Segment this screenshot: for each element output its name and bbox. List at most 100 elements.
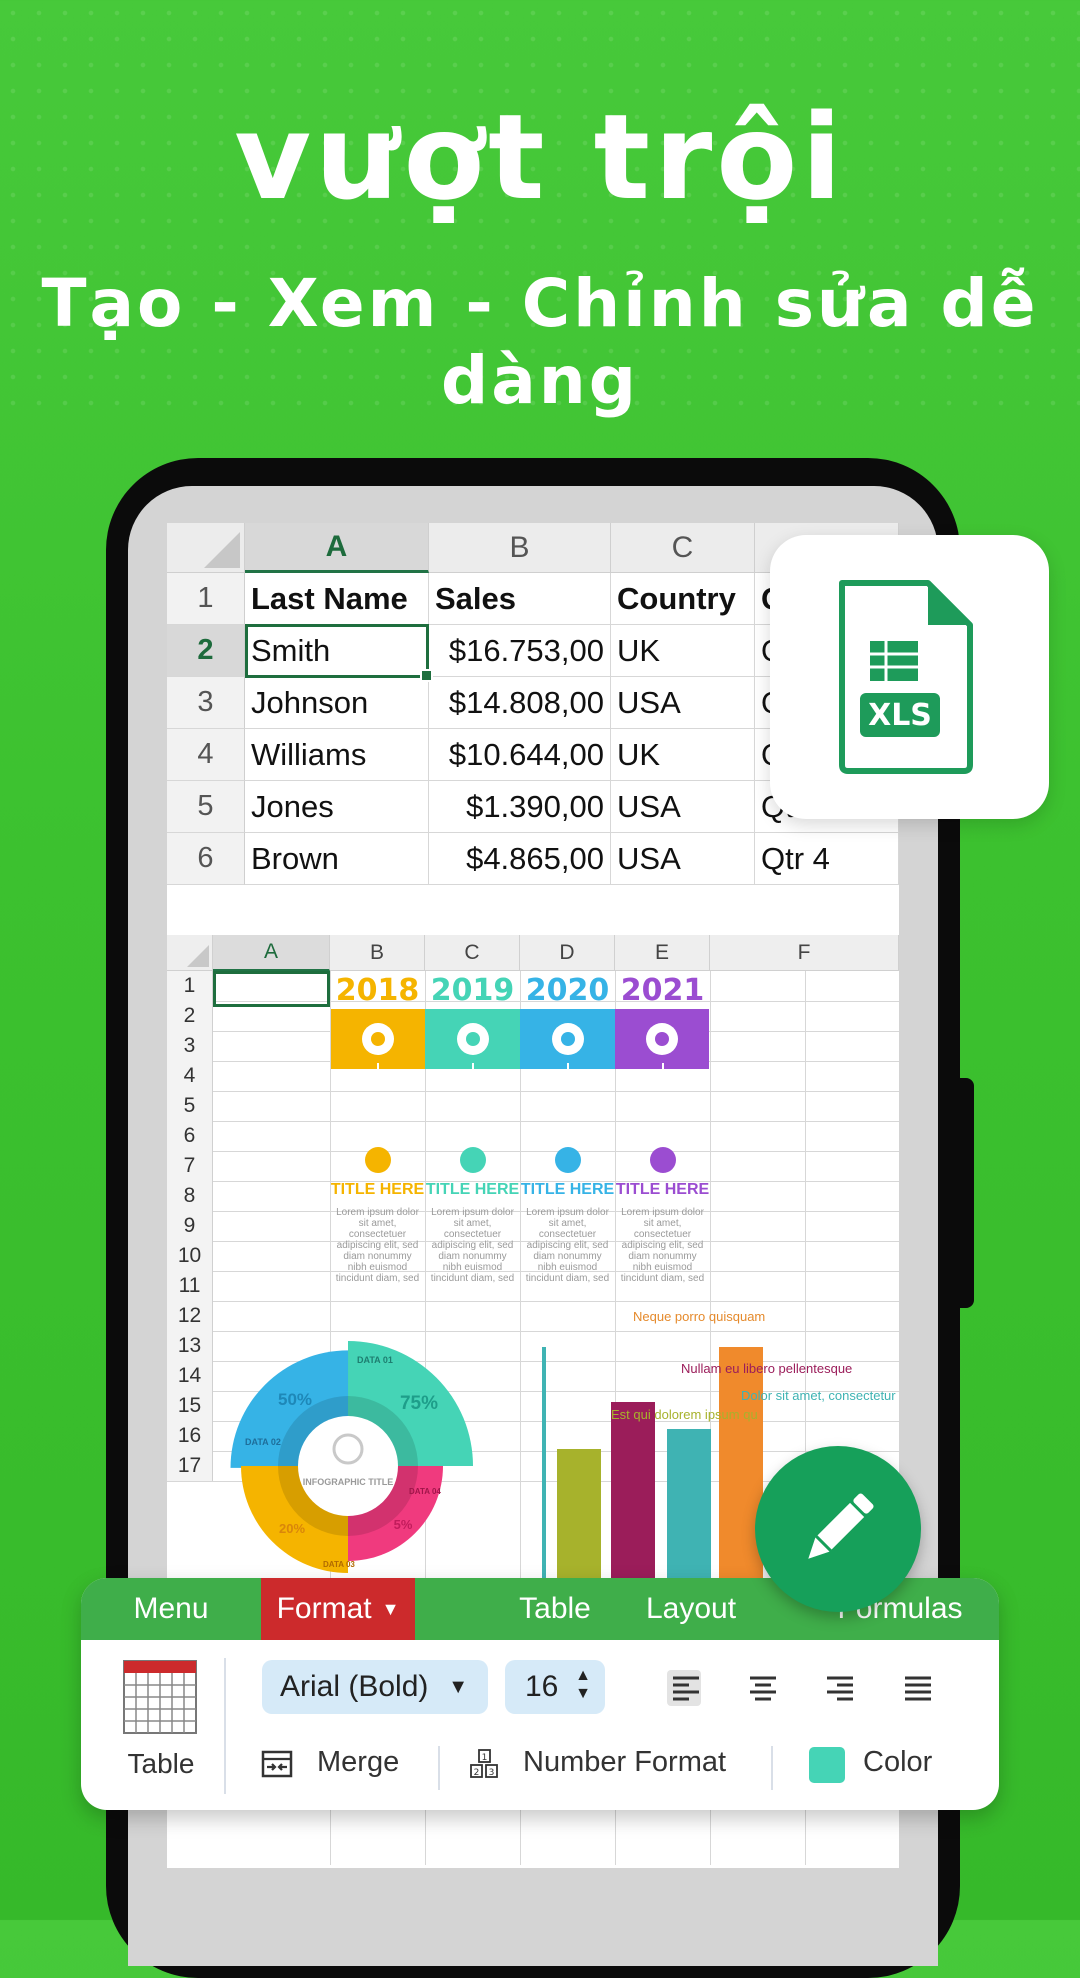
row-header[interactable]: 15 (167, 1391, 213, 1421)
pencil-icon (808, 1493, 874, 1559)
headline-subtitle: Tạo - Xem - Chỉnh sửa dễ dàng (41, 265, 1039, 419)
select-all-corner[interactable] (167, 935, 213, 971)
row-header[interactable]: 12 (167, 1301, 213, 1331)
year-label: 2019 (430, 972, 515, 1008)
row-header[interactable]: 13 (167, 1331, 213, 1361)
cell[interactable]: $4.865,00 (429, 833, 611, 885)
column-header-b[interactable]: B (330, 935, 425, 971)
donut-label: DATA 01 (357, 1355, 393, 1365)
cell[interactable]: USA (611, 677, 755, 729)
row-header[interactable]: 17 (167, 1451, 213, 1481)
insert-table-button[interactable] (123, 1660, 197, 1734)
merge-button[interactable]: Merge (261, 1742, 501, 1786)
timeline-text: Lorem ipsum dolor sit amet, consectetuer… (335, 1207, 420, 1284)
chevron-down-icon: ▼ (448, 1675, 468, 1698)
row-header[interactable]: 6 (167, 1121, 213, 1151)
row-header[interactable]: 5 (167, 1091, 213, 1121)
cell-header-country[interactable]: Country (611, 573, 755, 625)
align-right-icon[interactable] (825, 1674, 855, 1702)
gridline (167, 1121, 899, 1122)
column-header-c[interactable]: C (425, 935, 520, 971)
color-swatch (809, 1747, 845, 1783)
row-header[interactable]: 6 (167, 833, 245, 885)
bar (719, 1347, 763, 1597)
cell[interactable]: UK (611, 729, 755, 781)
active-cell-selection[interactable] (213, 971, 330, 1007)
bar (557, 1449, 601, 1597)
font-family-select[interactable]: Arial (Bold) ▼ (262, 1660, 488, 1714)
timeline-connector (472, 1063, 474, 1147)
cell-header-last-name[interactable]: Last Name (245, 573, 429, 625)
cell[interactable]: Brown (245, 833, 429, 885)
cell[interactable]: UK (611, 625, 755, 677)
align-left-icon[interactable] (671, 1674, 701, 1702)
row-header[interactable]: 10 (167, 1241, 213, 1271)
align-justify-icon[interactable] (903, 1674, 933, 1702)
cell[interactable]: $14.808,00 (429, 677, 611, 729)
cell[interactable]: $10.644,00 (429, 729, 611, 781)
row-header[interactable]: 8 (167, 1181, 213, 1211)
cell[interactable]: USA (611, 781, 755, 833)
column-header-e[interactable]: E (615, 935, 710, 971)
year-label: 2020 (525, 972, 610, 1008)
row-header[interactable]: 1 (167, 573, 245, 625)
column-header-b[interactable]: B (429, 523, 611, 573)
row-header[interactable]: 11 (167, 1271, 213, 1301)
cell[interactable]: USA (611, 833, 755, 885)
bar-label: Dolor sit amet, consectetur (741, 1388, 896, 1403)
timeline-band (615, 1009, 709, 1069)
row-header[interactable]: 2 (167, 625, 245, 677)
cell-header-sales[interactable]: Sales (429, 573, 611, 625)
xls-label: XLS (868, 698, 932, 733)
bar-label: Nullam eu libero pellentesque (681, 1361, 853, 1376)
column-header-d[interactable]: D (520, 935, 615, 971)
select-all-corner[interactable] (167, 523, 245, 573)
row-header[interactable]: 7 (167, 1151, 213, 1181)
active-cell-selection[interactable] (245, 624, 433, 682)
tab-format[interactable]: Format ▼ (261, 1578, 415, 1640)
tab-layout[interactable]: Layout (621, 1578, 761, 1640)
timeline-pin-icon (551, 1023, 584, 1055)
xls-file-badge[interactable]: XLS (770, 535, 1049, 819)
donut-label: DATA 03 (323, 1560, 355, 1569)
row-header[interactable]: 5 (167, 781, 245, 833)
row-header[interactable]: 1 (167, 971, 213, 1001)
column-header-a[interactable]: A (245, 523, 429, 573)
column-header-a[interactable]: A (213, 935, 330, 971)
year-label: 2018 (335, 972, 420, 1008)
timeline-pin-icon (456, 1023, 489, 1055)
merge-cells-icon (261, 1750, 293, 1778)
edit-fab-button[interactable] (755, 1446, 921, 1612)
cell[interactable]: Williams (245, 729, 429, 781)
timeline-text: Lorem ipsum dolor sit amet, consectetuer… (620, 1207, 705, 1284)
row-header[interactable]: 9 (167, 1211, 213, 1241)
number-format-button[interactable]: 1 2 3 Number Format (469, 1742, 769, 1786)
cell[interactable]: $16.753,00 (429, 625, 611, 677)
donut-label: DATA 02 (245, 1437, 281, 1447)
row-header[interactable]: 4 (167, 1061, 213, 1091)
number-format-label: Number Format (523, 1746, 727, 1778)
tab-menu[interactable]: Menu (81, 1578, 261, 1640)
divider (224, 1658, 226, 1794)
cell[interactable]: Qtr 4 (755, 833, 899, 885)
timeline-connector (662, 1063, 664, 1147)
timeline-dot (460, 1147, 486, 1173)
column-header-c[interactable]: C (611, 523, 755, 573)
row-header[interactable]: 16 (167, 1421, 213, 1451)
tab-table[interactable]: Table (505, 1578, 605, 1640)
row-header[interactable]: 4 (167, 729, 245, 781)
column-header-f[interactable]: F (710, 935, 899, 971)
cell[interactable]: Jones (245, 781, 429, 833)
align-center-icon[interactable] (748, 1674, 778, 1702)
row-header[interactable]: 2 (167, 1001, 213, 1031)
timeline-pin-icon (362, 1023, 394, 1055)
row-header[interactable]: 3 (167, 677, 245, 729)
font-size-value: 16 (525, 1670, 559, 1703)
color-button[interactable]: Color (809, 1742, 959, 1786)
cell[interactable]: Johnson (245, 677, 429, 729)
cell[interactable]: $1.390,00 (429, 781, 611, 833)
row-header[interactable]: 14 (167, 1361, 213, 1391)
donut-label: DATA 04 (409, 1487, 441, 1496)
row-header[interactable]: 3 (167, 1031, 213, 1061)
font-size-stepper[interactable]: 16 ▲ ▼ (505, 1660, 605, 1714)
